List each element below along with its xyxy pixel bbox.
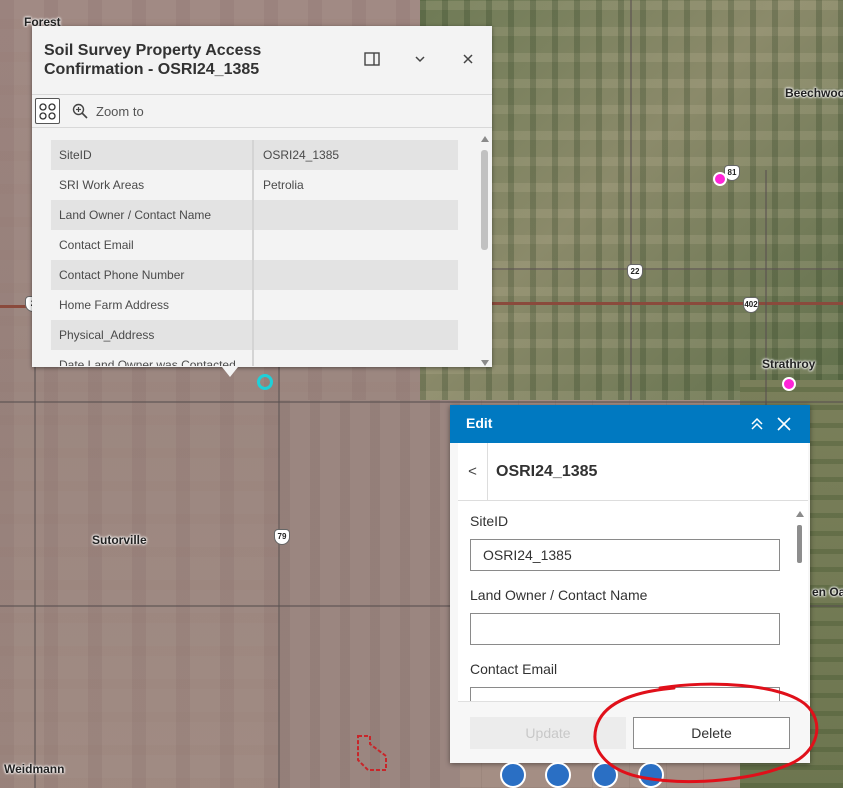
site-point-marker[interactable] xyxy=(713,172,727,186)
field-value xyxy=(254,230,272,260)
scrollbar-thumb[interactable] xyxy=(481,150,488,250)
edit-title: Edit xyxy=(466,415,493,431)
field-name: Home Farm Address xyxy=(51,290,254,320)
field-name: Date Land Owner was Contacted xyxy=(51,350,254,366)
map-label-strathroy: Strathroy xyxy=(762,357,816,371)
update-button[interactable]: Update xyxy=(470,717,626,749)
field-name: Contact Email xyxy=(51,230,254,260)
owner-input[interactable] xyxy=(470,613,780,645)
road xyxy=(34,367,36,788)
zoom-to-button[interactable]: Zoom to xyxy=(72,103,144,119)
popup-pointer xyxy=(222,367,238,377)
field-name: Contact Phone Number xyxy=(51,260,254,290)
owner-label: Land Owner / Contact Name xyxy=(470,587,648,603)
field-name: SiteID xyxy=(51,140,254,170)
edit-panel: Edit < OSRI24_1385 SiteID Land Owner / C… xyxy=(450,405,810,763)
farmland-south xyxy=(280,400,460,788)
map-label-weidmann: Weidmann xyxy=(4,762,65,776)
scrollbar-thumb[interactable] xyxy=(797,525,802,563)
collapse-chevron-icon[interactable] xyxy=(411,50,429,68)
route-shield-22: 22 xyxy=(627,264,643,280)
table-row: Contact Phone Number xyxy=(51,260,458,290)
map-label-sutorville: Sutorville xyxy=(92,533,147,547)
map-tool-button[interactable] xyxy=(500,762,526,788)
scroll-up-arrow-icon[interactable] xyxy=(481,136,489,142)
field-value: OSRI24_1385 xyxy=(263,148,340,162)
table-row: SRI Work Areas Petrolia xyxy=(51,170,458,200)
actions-grid-button[interactable] xyxy=(35,98,60,124)
siteid-input[interactable] xyxy=(470,539,780,571)
road xyxy=(0,401,843,403)
table-row: Date Land Owner was Contacted xyxy=(51,350,458,366)
actions-grid-icon xyxy=(39,103,56,120)
table-row: Contact Email xyxy=(51,230,458,260)
popup-title: Soil Survey Property Access Confirmation… xyxy=(44,42,262,78)
field-value: Petrolia xyxy=(263,178,304,192)
table-row: Land Owner / Contact Name xyxy=(51,200,458,230)
scroll-down-arrow-icon[interactable] xyxy=(481,360,489,366)
attribute-table: SiteID OSRI24_1385 SRI Work Areas Petrol… xyxy=(51,140,458,366)
field-value xyxy=(254,350,272,366)
road xyxy=(765,170,767,410)
feature-header: < OSRI24_1385 xyxy=(458,443,808,501)
map-tools xyxy=(500,760,690,788)
route-shield-79: 79 xyxy=(274,529,290,545)
field-name: Land Owner / Contact Name xyxy=(51,200,254,230)
field-value xyxy=(254,320,272,350)
table-row: Home Farm Address xyxy=(51,290,458,320)
zoom-to-label: Zoom to xyxy=(96,103,144,119)
delete-button[interactable]: Delete xyxy=(633,717,790,749)
field-value xyxy=(254,260,272,290)
edit-form: SiteID Land Owner / Contact Name Contact… xyxy=(458,501,808,701)
scroll-up-arrow-icon[interactable] xyxy=(796,511,804,517)
feature-name: OSRI24_1385 xyxy=(496,463,598,480)
feature-popup: Soil Survey Property Access Confirmation… xyxy=(32,26,492,367)
field-name: Physical_Address xyxy=(51,320,254,350)
map-label-beechwood: Beechwoo xyxy=(785,86,843,100)
table-row: SiteID OSRI24_1385 xyxy=(51,140,458,170)
selected-feature-marker[interactable] xyxy=(257,374,273,390)
edit-header: Edit xyxy=(450,405,810,443)
siteid-label: SiteID xyxy=(470,513,509,529)
zoom-in-icon xyxy=(72,103,88,119)
field-name: SRI Work Areas xyxy=(51,170,254,200)
site-point-marker[interactable] xyxy=(782,377,796,391)
popup-scrollbar[interactable] xyxy=(479,134,491,366)
collapse-up-icon[interactable] xyxy=(749,416,765,432)
popup-toolbar: Zoom to xyxy=(32,94,492,128)
edit-footer: Update Delete xyxy=(458,701,808,763)
close-icon[interactable] xyxy=(776,416,792,432)
highway xyxy=(492,302,843,305)
map-tool-button[interactable] xyxy=(592,762,618,788)
email-input[interactable] xyxy=(470,687,780,701)
table-row: Physical_Address xyxy=(51,320,458,350)
map-tool-button[interactable] xyxy=(638,762,664,788)
road xyxy=(278,367,280,788)
road xyxy=(630,0,632,400)
map-tool-button[interactable] xyxy=(545,762,571,788)
email-label: Contact Email xyxy=(470,661,558,677)
dock-icon[interactable] xyxy=(363,50,381,68)
close-icon[interactable] xyxy=(459,50,477,68)
parcel-outline xyxy=(357,735,387,771)
form-scrollbar[interactable] xyxy=(796,511,804,701)
field-value xyxy=(254,200,272,230)
popup-header: Soil Survey Property Access Confirmation… xyxy=(32,26,492,94)
back-button[interactable]: < xyxy=(458,443,488,501)
field-value xyxy=(254,290,272,320)
route-shield-402: 402 xyxy=(743,297,759,313)
map-label-oa: en Oa xyxy=(812,585,843,599)
